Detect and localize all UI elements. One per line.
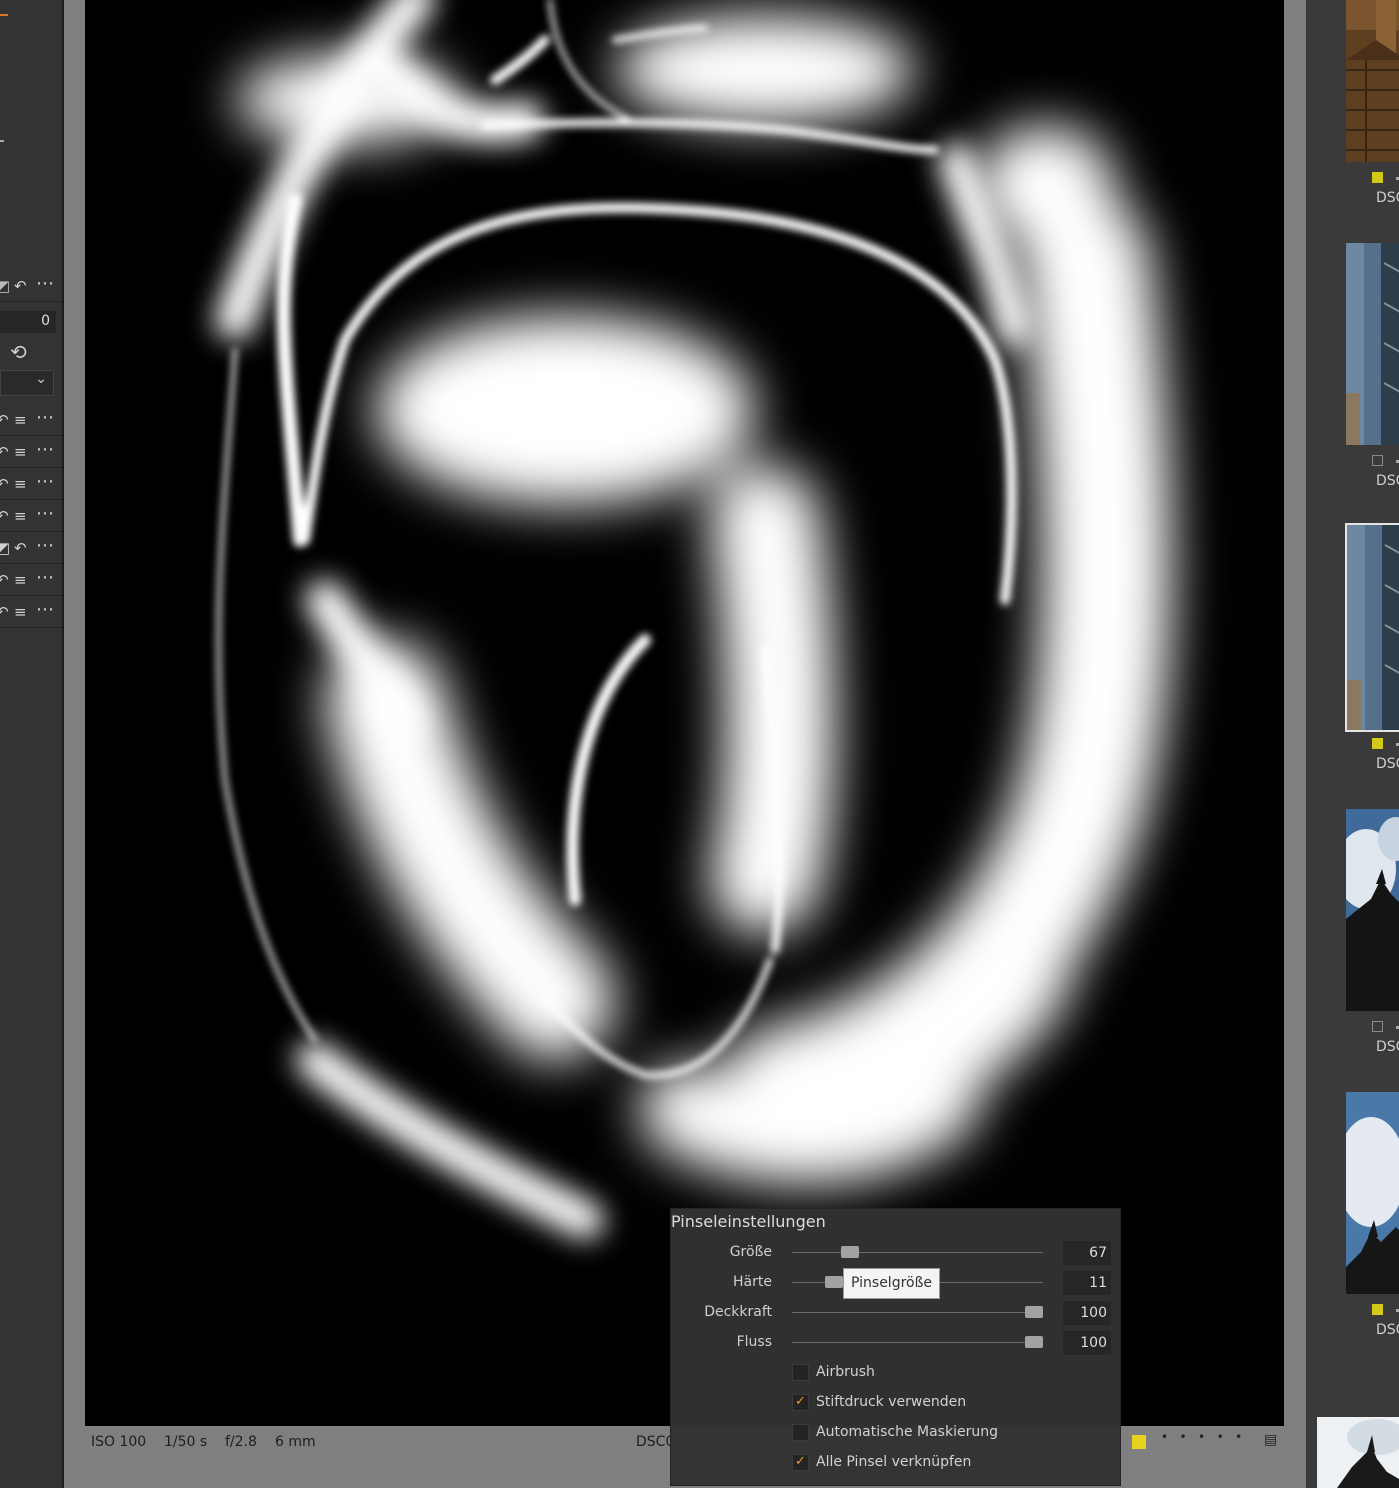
rotate-icon[interactable]: ⟲ bbox=[10, 340, 27, 364]
opacity-slider[interactable] bbox=[792, 1312, 1043, 1313]
thumbnail-filename: DSC bbox=[1376, 1039, 1399, 1055]
undo-icon[interactable]: ↶ bbox=[14, 539, 27, 557]
flow-label: Fluss bbox=[736, 1334, 772, 1350]
size-label: Größe bbox=[729, 1244, 772, 1260]
thumbnail-selected[interactable] bbox=[1345, 523, 1399, 732]
copy-icon[interactable]: ◩ bbox=[0, 277, 10, 295]
thumbnail-image bbox=[1317, 1417, 1399, 1488]
more-icon[interactable]: ⋯ bbox=[36, 439, 54, 460]
size-slider[interactable] bbox=[792, 1252, 1043, 1253]
color-label-icon[interactable] bbox=[1132, 1435, 1146, 1449]
more-icon[interactable]: ⋯ bbox=[36, 503, 54, 524]
thumbnail[interactable] bbox=[1346, 809, 1399, 1011]
focal-length: 6 mm bbox=[275, 1434, 316, 1450]
undo-icon[interactable]: ↶ bbox=[14, 277, 27, 295]
thumbnail-image bbox=[1346, 809, 1399, 1011]
adjustment-row: ↶ ≡ ⋯ bbox=[0, 469, 62, 500]
thumbnail-filename: DSC bbox=[1376, 1322, 1399, 1338]
flow-value[interactable]: 100 bbox=[1063, 1331, 1111, 1355]
undo-icon[interactable]: ↶ bbox=[0, 603, 9, 621]
hardness-value[interactable]: 11 bbox=[1063, 1271, 1111, 1295]
thumbnail[interactable] bbox=[1346, 243, 1399, 445]
more-icon[interactable]: ⋯ bbox=[36, 407, 54, 428]
color-label-icon[interactable] bbox=[1372, 172, 1383, 183]
menu-icon[interactable]: ≡ bbox=[14, 507, 27, 525]
adjustment-row: ↶ ≡ ⋯ bbox=[0, 597, 62, 628]
flow-slider-thumb[interactable] bbox=[1025, 1336, 1043, 1348]
flow-slider[interactable] bbox=[792, 1342, 1043, 1343]
layer-tools-row: ◩ ↶ ⋯ bbox=[0, 271, 62, 302]
more-icon[interactable]: ⋯ bbox=[36, 535, 54, 556]
panel-accent bbox=[0, 0, 8, 16]
opacity-label: Deckkraft bbox=[704, 1304, 772, 1320]
thumbnail-image bbox=[1346, 1092, 1399, 1294]
thumbnail[interactable] bbox=[1317, 1417, 1399, 1488]
grid-view-icon[interactable]: ▤ bbox=[1264, 1432, 1277, 1448]
color-label-icon[interactable] bbox=[1372, 1021, 1383, 1032]
adjustments-panel: ◩ ↶ ⋯ 0 ⟲ ⌄ ↶ ≡ ⋯ ↶ ≡ ⋯ ↶ ≡ ⋯ ↶ ≡ ⋯ ◩ ↶ ⋯ ↶ ≡ ⋯ ↶ ≡ ⋯ bbox=[0, 0, 62, 1488]
pen-pressure-checkbox[interactable] bbox=[792, 1394, 809, 1411]
undo-icon[interactable]: ↶ bbox=[0, 507, 9, 525]
auto-mask-checkbox[interactable] bbox=[792, 1424, 809, 1441]
brush-settings-panel: Pinseleinstellungen Größe 67 Härte 11 De… bbox=[670, 1208, 1121, 1486]
pen-pressure-label: Stiftdruck verwenden bbox=[816, 1394, 967, 1410]
chevron-down-icon: ⌄ bbox=[35, 371, 47, 387]
menu-icon[interactable]: ≡ bbox=[14, 443, 27, 461]
undo-icon[interactable]: ↶ bbox=[0, 411, 9, 429]
panel-title: Pinseleinstellungen bbox=[671, 1212, 826, 1231]
numeric-field-value: 0 bbox=[41, 313, 50, 329]
panel-edge-marker bbox=[0, 140, 4, 142]
size-slider-thumb[interactable] bbox=[840, 1246, 859, 1258]
adjustment-row: ↶ ≡ ⋯ bbox=[0, 501, 62, 532]
undo-icon[interactable]: ↶ bbox=[0, 443, 9, 461]
adjustment-row: ↶ ≡ ⋯ bbox=[0, 437, 62, 468]
adjustment-row: ↶ ≡ ⋯ bbox=[0, 405, 62, 436]
airbrush-checkbox[interactable] bbox=[792, 1364, 809, 1381]
menu-icon[interactable]: ≡ bbox=[14, 571, 27, 589]
thumbnail-image bbox=[1347, 525, 1399, 730]
hardness-label: Härte bbox=[733, 1274, 772, 1290]
auto-mask-label: Automatische Maskierung bbox=[816, 1424, 998, 1440]
link-brushes-checkbox[interactable] bbox=[792, 1454, 809, 1471]
thumbnail-filename: DSC bbox=[1376, 756, 1399, 772]
color-label-icon[interactable] bbox=[1372, 455, 1383, 466]
color-label-icon[interactable] bbox=[1372, 738, 1383, 749]
iso-value: ISO 100 bbox=[91, 1434, 147, 1450]
aperture: f/2.8 bbox=[225, 1434, 257, 1450]
thumbnail-filename: DSC bbox=[1376, 473, 1399, 489]
numeric-field[interactable]: 0 bbox=[0, 311, 56, 333]
thumbnail-image bbox=[1346, 243, 1399, 445]
more-icon[interactable]: ⋯ bbox=[36, 273, 54, 294]
color-label-icon[interactable] bbox=[1372, 1304, 1383, 1315]
airbrush-label: Airbrush bbox=[816, 1364, 875, 1380]
rating-dots[interactable]: • • • • • bbox=[1161, 1430, 1242, 1444]
tooltip: Pinselgröße bbox=[843, 1268, 941, 1299]
thumbnail[interactable] bbox=[1346, 0, 1399, 162]
filmstrip: DSC DSC DSC bbox=[1306, 0, 1399, 1488]
more-icon[interactable]: ⋯ bbox=[36, 567, 54, 588]
copy-icon[interactable]: ◩ bbox=[0, 539, 10, 557]
hardness-slider-thumb[interactable] bbox=[824, 1276, 843, 1288]
adjustment-row: ◩ ↶ ⋯ bbox=[0, 533, 62, 564]
opacity-slider-thumb[interactable] bbox=[1025, 1306, 1043, 1318]
undo-icon[interactable]: ↶ bbox=[0, 571, 9, 589]
shutter-speed: 1/50 s bbox=[164, 1434, 208, 1450]
thumbnail-filename: DSC bbox=[1376, 190, 1399, 206]
size-value[interactable]: 67 bbox=[1063, 1241, 1111, 1265]
undo-icon[interactable]: ↶ bbox=[0, 475, 9, 493]
thumbnail-image bbox=[1346, 0, 1399, 162]
menu-icon[interactable]: ≡ bbox=[14, 603, 27, 621]
more-icon[interactable]: ⋯ bbox=[36, 599, 54, 620]
opacity-value[interactable]: 100 bbox=[1063, 1301, 1111, 1325]
more-icon[interactable]: ⋯ bbox=[36, 471, 54, 492]
link-brushes-label: Alle Pinsel verknüpfen bbox=[816, 1454, 972, 1470]
dropdown[interactable]: ⌄ bbox=[0, 370, 54, 396]
thumbnail[interactable] bbox=[1346, 1092, 1399, 1294]
menu-icon[interactable]: ≡ bbox=[14, 411, 27, 429]
menu-icon[interactable]: ≡ bbox=[14, 475, 27, 493]
adjustment-row: ↶ ≡ ⋯ bbox=[0, 565, 62, 596]
